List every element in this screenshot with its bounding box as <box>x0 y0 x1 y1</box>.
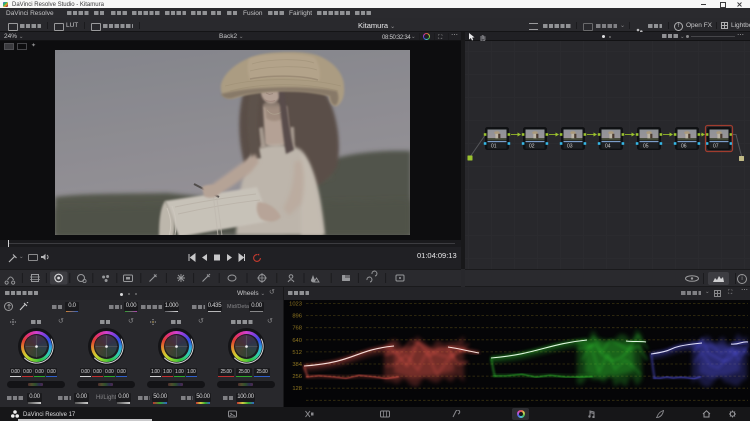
svg-text:384: 384 <box>292 362 302 368</box>
svg-text:04: 04 <box>605 144 611 150</box>
svg-text:06: 06 <box>681 144 687 150</box>
svg-text:256: 256 <box>292 374 302 380</box>
svg-text:02: 02 <box>529 144 535 150</box>
svg-text:03: 03 <box>567 144 573 150</box>
svg-text:05: 05 <box>643 144 649 150</box>
svg-text:512: 512 <box>292 350 302 356</box>
svg-text:01: 01 <box>491 144 497 150</box>
svg-text:1023: 1023 <box>289 302 302 308</box>
svg-text:640: 640 <box>292 338 302 344</box>
svg-text:768: 768 <box>292 326 302 332</box>
svg-text:128: 128 <box>292 386 302 392</box>
svg-text:07: 07 <box>713 144 719 150</box>
svg-text:896: 896 <box>292 314 302 320</box>
